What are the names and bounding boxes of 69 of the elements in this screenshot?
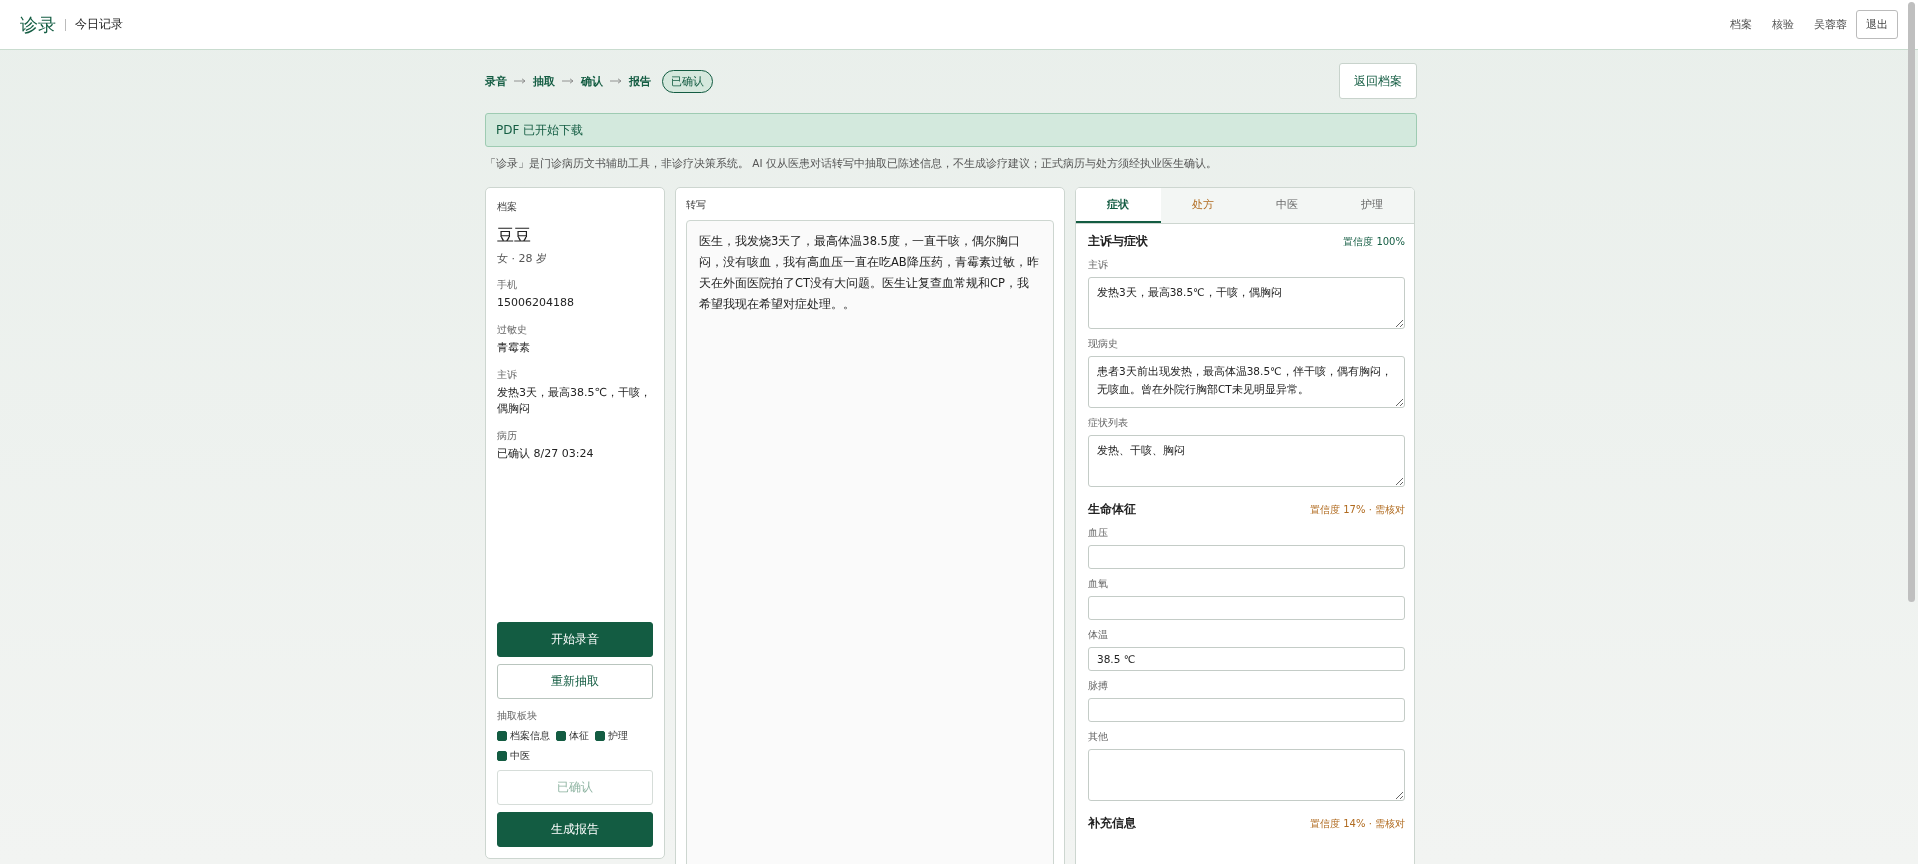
nav-link[interactable]: 核验 [1772, 17, 1794, 32]
arrow-icon [562, 78, 574, 84]
module-checkbox[interactable]: 中医 [497, 749, 530, 763]
field-value: 青霉素 [497, 339, 531, 356]
arrow-icon [514, 78, 526, 84]
step-label: 确认 [581, 73, 603, 89]
app-logo[interactable]: 诊录 [20, 12, 56, 37]
tab[interactable]: 中医 [1245, 188, 1330, 223]
logout-button[interactable]: 退出 [1856, 10, 1898, 39]
alert-message: PDF 已开始下载 [485, 113, 1417, 147]
step-label: 录音 [485, 73, 507, 89]
primary-button[interactable]: 开始录音 [497, 622, 653, 657]
field-label: 血压 [1088, 526, 1109, 540]
field-label: 病历 [497, 428, 518, 443]
input-field[interactable] [1088, 596, 1405, 620]
text-area-field[interactable] [1088, 749, 1405, 801]
tab[interactable]: 处方 [1160, 188, 1245, 223]
arrow-icon [610, 78, 622, 84]
field-label: 主诉 [1088, 258, 1109, 272]
field-value: 发热3天，最高38.5℃，干咳，偶胸闷 [497, 384, 652, 417]
module-checkbox[interactable]: 体征 [556, 729, 589, 743]
section-title: 主诉与症状 [1088, 233, 1148, 250]
back-button[interactable]: 返回档案 [1339, 63, 1417, 99]
text-area-field[interactable]: 发热、干咳、胸闷 [1088, 435, 1405, 487]
section-label: 抽取板块 [497, 709, 538, 723]
confidence-label: 置信度 100% [1343, 234, 1405, 249]
card-title: 转写 [686, 198, 707, 212]
checkbox-icon[interactable] [497, 751, 507, 761]
disclaimer-text: 「诊录」是门诊病历文书辅助工具，非诊疗决策系统。 AI 仅从医患对话转写中抽取已陈述信息，不生成诊疗建议；正式病历与处方须经执业医生确认。 [485, 157, 1218, 171]
input-field[interactable] [1088, 545, 1405, 569]
section-title: 生命体征 [1088, 501, 1136, 518]
tab[interactable]: 护理 [1329, 188, 1414, 223]
outline-button[interactable]: 重新抽取 [497, 664, 653, 699]
module-checkbox[interactable]: 档案信息 [497, 729, 550, 743]
confidence-label: 置信度 14% · 需核对 [1310, 816, 1405, 831]
confidence-label: 置信度 17% · 需核对 [1310, 502, 1405, 517]
input-field[interactable] [1088, 698, 1405, 722]
patient-name: 豆豆 [497, 224, 532, 247]
field-label: 脉搏 [1088, 679, 1109, 693]
field-label: 其他 [1088, 730, 1109, 744]
checkbox-icon[interactable] [556, 731, 566, 741]
text-area-field[interactable]: 患者3天前出现发热，最高体温38.5℃，伴干咳，偶有胸闷，无咳血。曾在外院行胸部CT未见明显异常。 [1088, 356, 1405, 408]
field-label: 手机 [497, 278, 518, 292]
field-label: 主诉 [497, 367, 518, 382]
transcript-field[interactable]: 医生，我发烧3天了，最高体温38.5度，一直干咳，偶尔胸口闷，没有咳血，我有高血压一直在吃AB降压药，青霉素过敏，昨天在外面医院拍了CT没有大问题。医生让复查血常规和CP，我希望我现在希望对症处理。。 [686, 220, 1054, 864]
step-label: 报告 [629, 73, 651, 89]
field-value: 15006204188 [497, 295, 575, 311]
card-title: 档案 [497, 200, 518, 214]
patient-meta: 女 · 28 岁 [497, 251, 548, 266]
tab[interactable]: 症状 [1076, 188, 1161, 223]
field-value: 已确认 8/27 03:24 [497, 445, 595, 462]
field-label: 血氧 [1088, 577, 1109, 591]
step-label: 抽取 [533, 73, 555, 89]
field-label: 体温 [1088, 628, 1109, 642]
input-field[interactable]: 38.5 ℃ [1088, 647, 1405, 671]
module-checkbox[interactable]: 护理 [595, 729, 628, 743]
text-area-field[interactable]: 发热3天，最高38.5℃，干咳，偶胸闷 [1088, 277, 1405, 329]
field-label: 过敏史 [497, 322, 528, 337]
checkbox-icon[interactable] [497, 731, 507, 741]
checkbox-icon[interactable] [595, 731, 605, 741]
field-label: 现病史 [1088, 337, 1119, 351]
page-subtitle: 今日记录 [75, 16, 123, 33]
user-name: 吴蓉蓉 [1814, 17, 1847, 32]
scrollbar[interactable] [1908, 2, 1915, 602]
field-label: 症状列表 [1088, 416, 1129, 430]
nav-link[interactable]: 档案 [1730, 17, 1752, 32]
section-title: 补充信息 [1088, 815, 1136, 832]
status-badge: 已确认 [662, 69, 713, 93]
primary-button[interactable]: 生成报告 [497, 812, 653, 847]
